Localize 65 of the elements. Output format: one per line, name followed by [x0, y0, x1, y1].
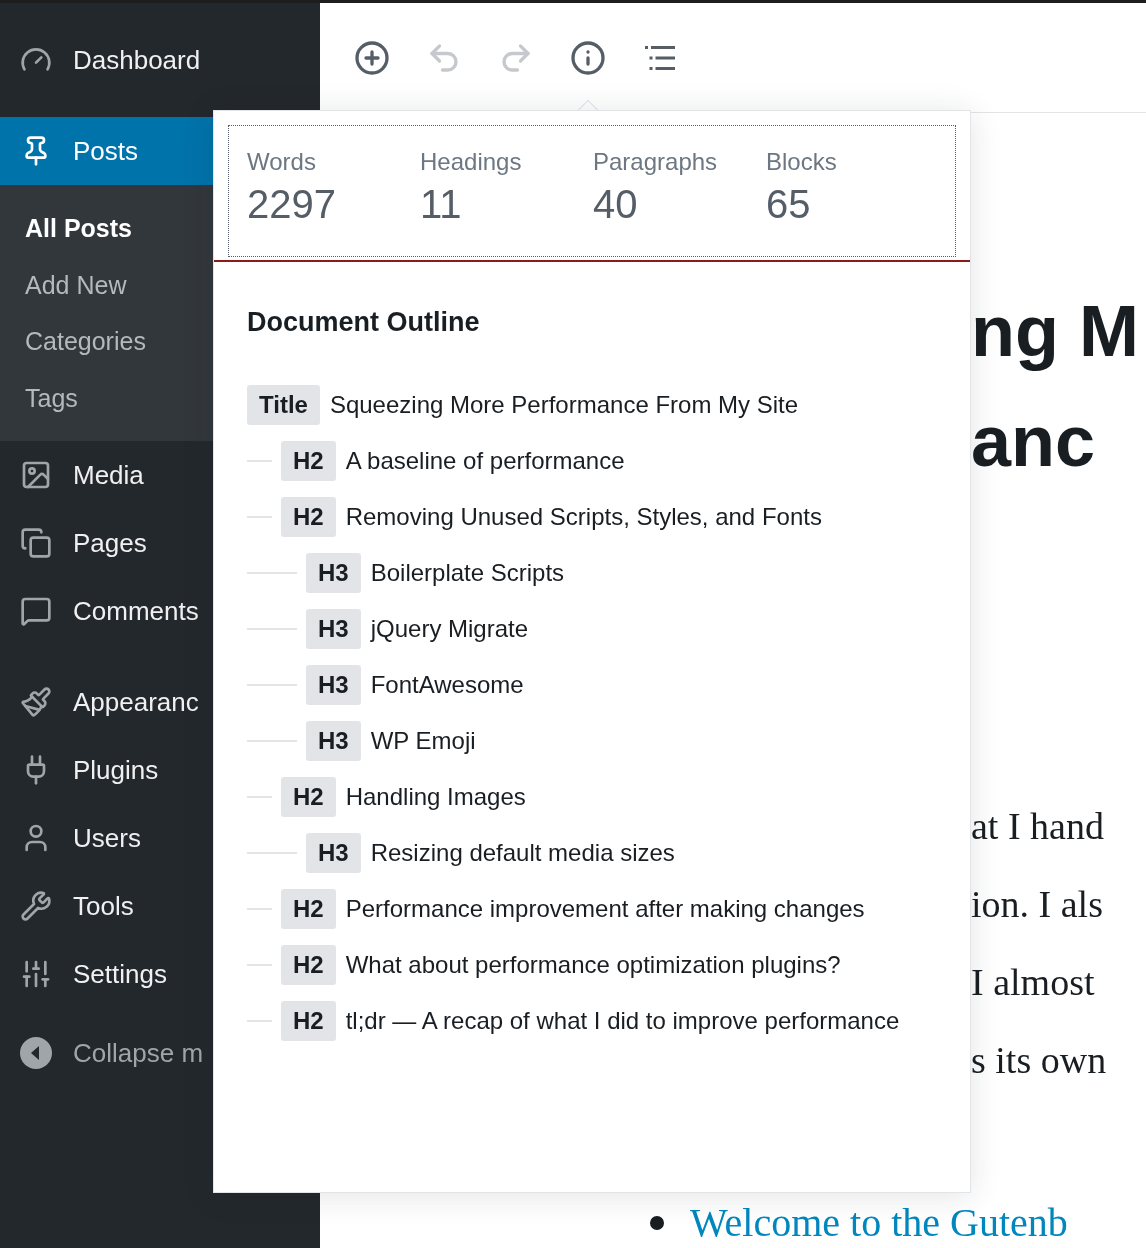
sidebar-menu-item[interactable]: Settings	[0, 940, 213, 1008]
info-icon	[570, 39, 606, 76]
copy-icon	[20, 527, 52, 559]
submenu-item[interactable]: Categories	[0, 313, 146, 370]
paragraph-text: at I hand	[971, 805, 1104, 847]
outline-item-link[interactable]: Resizing default media sizes	[370, 833, 675, 871]
image-icon	[20, 459, 52, 491]
outline-item-link[interactable]: A baseline of performance	[345, 441, 625, 479]
sidebar-menu-item[interactable]: Dashboard	[0, 26, 213, 94]
paragraph-text: I almost	[971, 961, 1095, 1003]
outline-item-link[interactable]: Boilerplate Scripts	[370, 553, 565, 591]
stat-label: Words	[247, 147, 316, 177]
heading-level-badge: H3	[306, 609, 361, 649]
post-title-text: anc	[971, 401, 1096, 481]
outline-item-link[interactable]: Removing Unused Scripts, Styles, and Fonts	[345, 497, 822, 535]
paragraph-text: s its own	[971, 1039, 1107, 1081]
stat-value: 11	[420, 181, 462, 228]
sidebar-menu-item[interactable]: Posts	[0, 117, 213, 185]
heading-level-badge: H2	[281, 441, 336, 481]
sidebar-menu-item[interactable]: Tools	[0, 872, 213, 940]
sidebar-menu-item[interactable]: Appearanc	[0, 668, 213, 736]
sidebar-menu-item[interactable]: Plugins	[0, 736, 213, 804]
submenu-item[interactable]: Add New	[0, 256, 127, 313]
speech-bubble-icon	[20, 595, 52, 627]
sidebar-menu-item[interactable]: Comments	[0, 577, 213, 645]
outline-item-link[interactable]: Squeezing More Performance From My Site	[329, 385, 799, 423]
outline-heading: Document Outline	[247, 306, 480, 339]
stat-value: 2297	[247, 181, 336, 228]
outline-item-link[interactable]: jQuery Migrate	[370, 609, 529, 647]
heading-level-badge: H3	[306, 665, 361, 705]
list-item-link[interactable]: Welcome to the Gutenb	[690, 1198, 1068, 1248]
heading-level-badge: H2	[281, 497, 336, 537]
stat-label: Blocks	[766, 147, 837, 177]
heading-level-badge: H3	[306, 721, 361, 761]
sidebar-menu-item[interactable]: Users	[0, 804, 213, 872]
stat-value: 40	[593, 181, 638, 228]
bullet-icon	[650, 1216, 664, 1230]
stat-label: Headings	[420, 147, 522, 177]
outline-item-link[interactable]: Handling Images	[345, 777, 526, 815]
heading-level-badge: H2	[281, 889, 336, 929]
outline-item-link[interactable]: WP Emoji	[370, 721, 476, 759]
circle-left-icon	[20, 1037, 52, 1069]
outline-item-link[interactable]: tl;dr — A recap of what I did to improve performance	[345, 1001, 900, 1039]
heading-level-badge: H3	[306, 553, 361, 593]
stat-label: Paragraphs	[593, 147, 718, 177]
submenu-item[interactable]: Tags	[0, 369, 78, 426]
heading-level-badge: H3	[306, 833, 361, 873]
heading-level-badge: H2	[281, 1001, 336, 1041]
paintbrush-icon	[20, 686, 52, 718]
sidebar-menu-item[interactable]: Media	[0, 441, 213, 509]
heading-level-badge: H2	[281, 945, 336, 985]
outline-item-link[interactable]: Performance improvement after making changes	[345, 889, 865, 927]
collapse-menu-button[interactable]: Collapse m	[0, 1019, 204, 1087]
heading-level-badge: H2	[281, 777, 336, 817]
post-title-text: ng M	[971, 291, 1139, 371]
wrench-icon	[20, 890, 52, 922]
add-icon	[354, 39, 390, 76]
submenu-item[interactable]: All Posts	[0, 200, 132, 257]
sidebar-menu-item[interactable]: Pages	[0, 509, 213, 577]
outline-item-link[interactable]: FontAwesome	[370, 665, 524, 703]
title-badge: Title	[247, 385, 320, 425]
paragraph-text: ion. I als	[971, 883, 1103, 925]
outline-item-link[interactable]: What about performance optimization plugins?	[345, 945, 841, 983]
sliders-icon	[20, 958, 52, 990]
stat-value: 65	[766, 181, 811, 228]
